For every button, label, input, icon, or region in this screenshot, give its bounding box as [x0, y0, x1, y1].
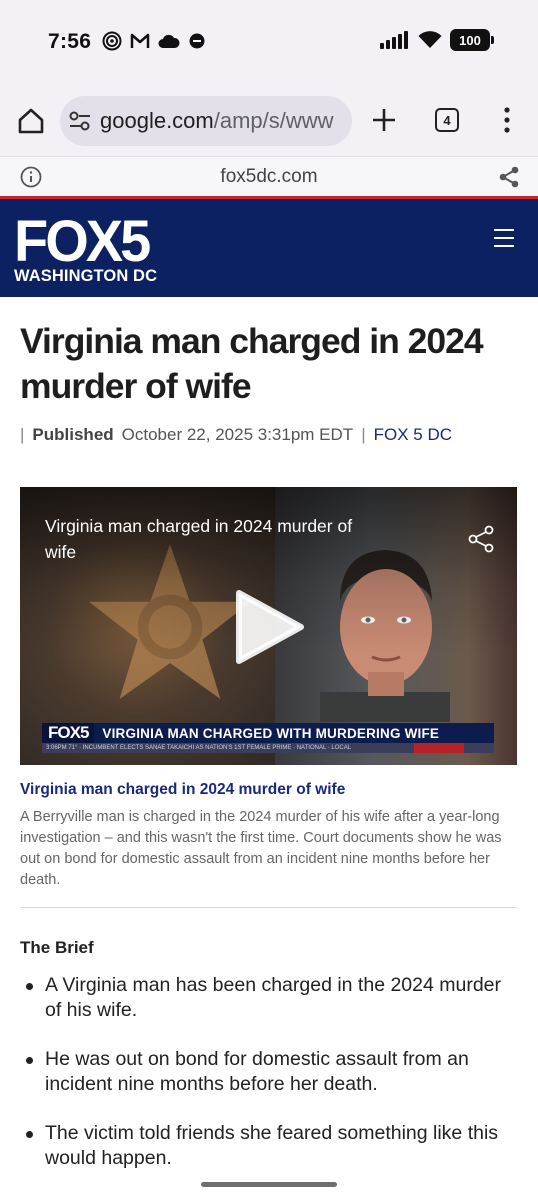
status-time: 7:56: [48, 30, 92, 53]
logo-word: FOX5: [14, 207, 151, 274]
byline: | Published October 22, 2025 3:31pm EDT …: [20, 425, 452, 445]
status-bar: 7:56 100: [0, 0, 538, 84]
signal-icon: [380, 31, 408, 49]
fox5-logo[interactable]: FOX5 WASHINGTON DC: [14, 207, 157, 286]
notification-icons: [102, 31, 206, 51]
wifi-icon: [418, 31, 442, 48]
browser-toolbar: google.com/amp/s/www 4: [0, 84, 538, 156]
cloud-icon: [158, 34, 180, 48]
byline-source[interactable]: FOX 5 DC: [374, 425, 452, 445]
battery-icon: 100: [450, 29, 494, 51]
url-text: google.com/amp/s/www: [100, 108, 334, 134]
new-tab-icon[interactable]: [370, 106, 398, 134]
lower-third-logo: FOX5: [42, 723, 95, 743]
video-caption-title[interactable]: Virginia man charged in 2024 murder of w…: [20, 781, 345, 799]
site-domain[interactable]: fox5dc.com: [0, 166, 538, 188]
video-caption-body: A Berryville man is charged in the 2024 …: [20, 809, 502, 888]
article-headline: Virginia man charged in 2024 murder of w…: [20, 321, 484, 406]
system-icons: 100: [380, 29, 494, 51]
tab-count: 4: [443, 112, 451, 128]
byline-separator: |: [20, 425, 25, 444]
video-title: Virginia man charged in 2024 murder of w…: [45, 516, 353, 562]
url-host: google.com: [100, 108, 214, 133]
byline-separator: |: [361, 425, 366, 444]
amp-site-bar: fox5dc.com: [0, 156, 538, 196]
gesture-navigation-bar[interactable]: [201, 1182, 337, 1187]
brief-item: The victim told friends she feared somet…: [20, 1121, 520, 1171]
site-settings-icon[interactable]: [68, 110, 92, 132]
brief-heading: The Brief: [20, 938, 94, 957]
hamburger-menu-icon[interactable]: [494, 229, 514, 247]
app-icon: [189, 33, 205, 49]
brief-item: He was out on bond for domestic assault …: [20, 1047, 520, 1097]
tab-switcher-button[interactable]: 4: [435, 108, 459, 132]
ticker-tag: [414, 743, 464, 753]
published-label: Published: [32, 425, 114, 444]
video-player[interactable]: Virginia man charged in 2024 murder of w…: [20, 487, 517, 765]
brief-item: A Virginia man has been charged in the 2…: [20, 973, 520, 1023]
home-icon[interactable]: [16, 106, 46, 136]
url-path: /amp/s/www: [213, 108, 334, 133]
play-icon[interactable]: [235, 589, 305, 665]
news-lower-third: FOX5 VIRGINIA MAN CHARGED WITH MURDERING…: [42, 723, 494, 743]
lower-third-text: VIRGINIA MAN CHARGED WITH MURDERING WIFE: [102, 725, 440, 741]
site-header: FOX5 WASHINGTON DC: [0, 196, 538, 297]
published-date: October 22, 2025 3:31pm EDT: [121, 425, 354, 444]
video-share-icon[interactable]: [467, 525, 495, 553]
divider: [20, 907, 517, 908]
news-ticker: 3:06PM 71° · INCUMBENT ELECTS SANAE TAKA…: [42, 743, 494, 753]
share-icon[interactable]: [498, 165, 520, 189]
battery-level: 100: [459, 32, 481, 48]
more-menu-icon[interactable]: [500, 106, 514, 134]
fingerprint-icon: [102, 31, 122, 51]
gmail-icon: [130, 33, 150, 48]
address-bar[interactable]: google.com/amp/s/www: [60, 96, 352, 146]
brief-list: A Virginia man has been charged in the 2…: [20, 973, 520, 1195]
